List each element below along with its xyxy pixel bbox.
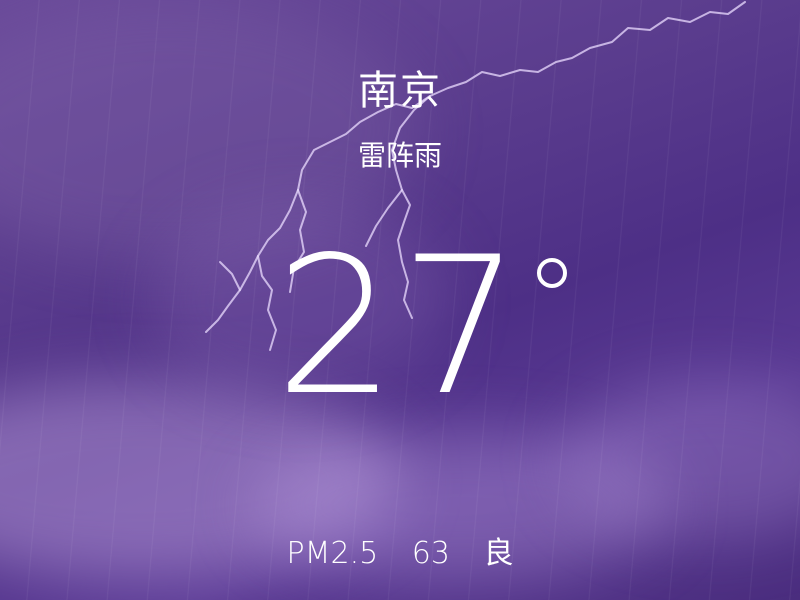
weather-screen: 南京 雷阵雨 27 PM2.5 63 良: [0, 0, 800, 600]
city-name: 南京: [358, 68, 442, 114]
temperature-value-container: 27: [275, 232, 567, 422]
degree-icon: [536, 258, 567, 288]
air-quality-row: PM2.5 63 良: [0, 528, 800, 572]
weather-condition: 雷阵雨: [357, 139, 442, 172]
temperature-value: 27: [275, 216, 525, 437]
temperature-display: 27: [0, 232, 800, 422]
aqi-level: 良: [483, 536, 514, 571]
aqi-label: PM2.5: [286, 536, 379, 571]
aqi-value: 63: [411, 536, 450, 571]
